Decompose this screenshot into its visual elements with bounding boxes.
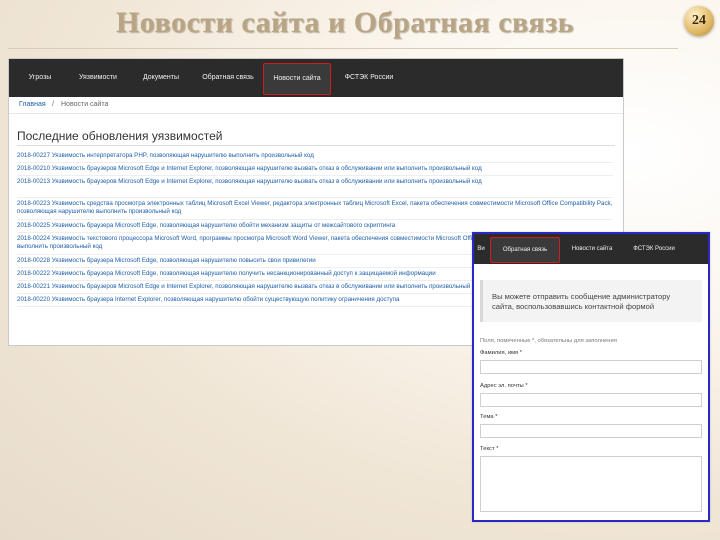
feedback-form-screenshot: Ви Обратная связь Новости сайта ФСТЭК Ро…: [472, 232, 710, 522]
row-divider: [17, 162, 613, 163]
nav-item-site-news[interactable]: Новости сайта: [562, 234, 622, 264]
nav-item-feedback[interactable]: Обратная связь: [490, 237, 560, 263]
nav-item-fstec[interactable]: ФСТЭК России: [624, 234, 684, 264]
nav-item-threats[interactable]: Угрозы: [19, 59, 61, 97]
required-fields-note: Поля, помеченные *, обязательны для запо…: [480, 338, 617, 344]
nav-item-documents[interactable]: Документы: [133, 59, 189, 97]
nav-item-feedback[interactable]: Обратная связь: [193, 59, 263, 97]
news-item-link[interactable]: 2018-00227 Уязвимость интерпретатора PHP…: [17, 152, 613, 160]
subject-field[interactable]: [480, 424, 702, 438]
message-textarea[interactable]: [480, 456, 702, 512]
breadcrumb-current: Новости сайта: [61, 101, 109, 108]
breadcrumb: Главная / Новости сайта: [9, 97, 623, 114]
name-field-label: Фамилия, имя *: [480, 350, 523, 356]
nav-item-fstec[interactable]: ФСТЭК России: [337, 59, 401, 97]
news-item-link[interactable]: 2018-00223 Уязвимость средства просмотра…: [17, 200, 613, 216]
breadcrumb-home-link[interactable]: Главная: [19, 97, 46, 113]
row-divider: [17, 219, 613, 220]
feedback-top-nav: Ви Обратная связь Новости сайта ФСТЭК Ро…: [474, 234, 708, 264]
site-top-nav: Угрозы Уязвимости Документы Обратная свя…: [9, 59, 623, 97]
news-heading: Последние обновления уязвимостей: [17, 129, 223, 143]
email-field-label: Адрес эл. почты *: [480, 383, 528, 389]
nav-item-site-news[interactable]: Новости сайта: [263, 63, 331, 95]
message-field-label: Текст *: [480, 446, 499, 452]
subject-field-label: Тема *: [480, 414, 498, 420]
row-divider: [17, 197, 613, 198]
slide-title: Новости сайта и Обратная связь: [115, 6, 575, 39]
news-item-link[interactable]: 2018-00210 Уязвимость браузеров Microsof…: [17, 165, 613, 173]
nav-item-vulnerabilities-partial[interactable]: Ви: [474, 234, 488, 264]
title-divider: [8, 48, 678, 49]
breadcrumb-separator: /: [52, 101, 54, 108]
news-item-link[interactable]: 2018-00213 Уязвимость браузеров Microsof…: [17, 178, 613, 194]
feedback-info-box: Вы можете отправить сообщение администра…: [480, 280, 702, 322]
news-item-link[interactable]: 2018-00225 Уязвимость браузера Microsoft…: [17, 222, 613, 230]
heading-divider: [17, 145, 615, 146]
email-field[interactable]: [480, 393, 702, 407]
name-field[interactable]: [480, 360, 702, 374]
page-number-badge: 24: [684, 6, 714, 36]
row-divider: [17, 175, 613, 176]
nav-item-vulnerabilities[interactable]: Уязвимости: [67, 59, 129, 97]
